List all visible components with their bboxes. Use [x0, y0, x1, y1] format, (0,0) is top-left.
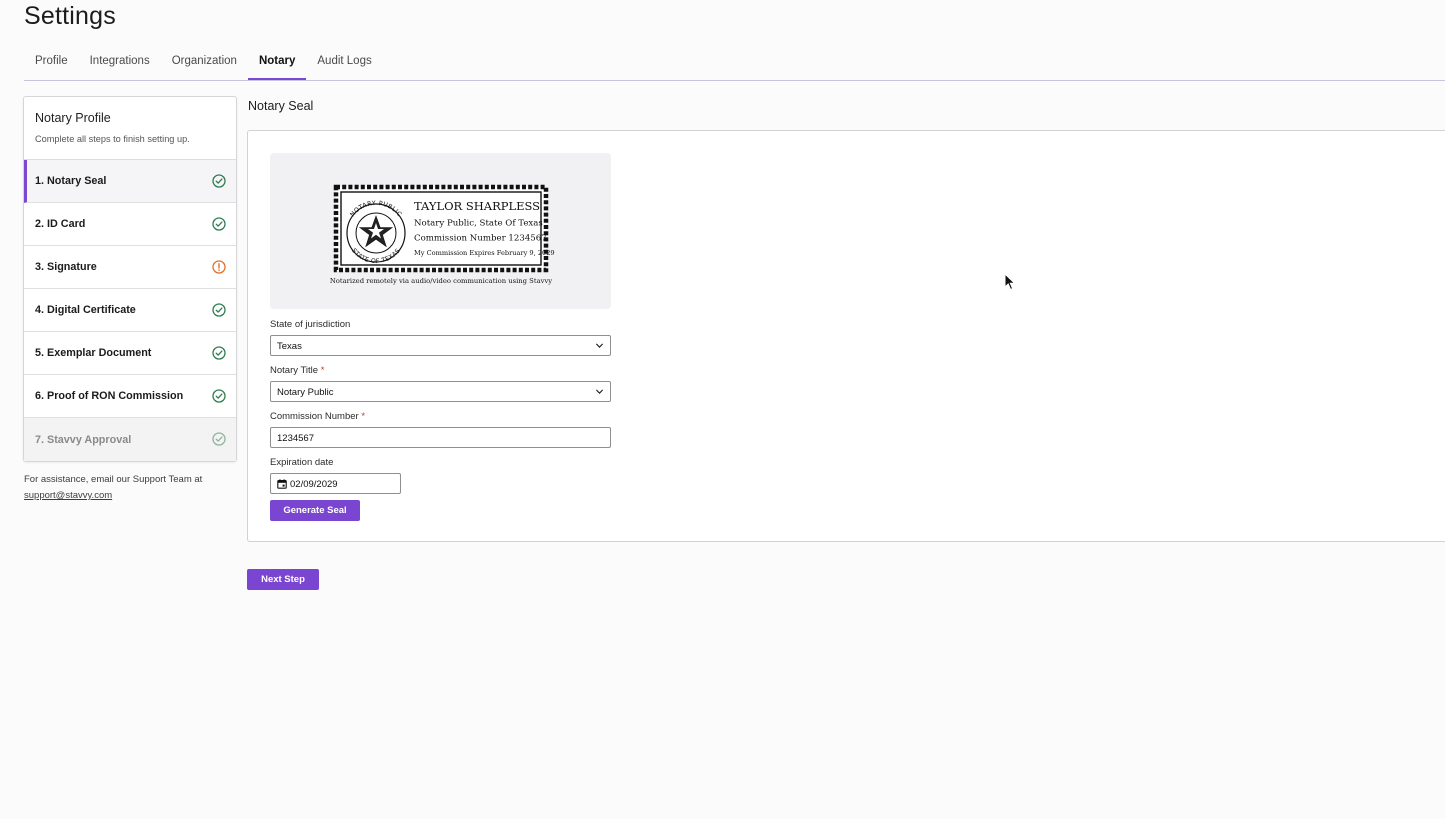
step-proof-of-ron-commission[interactable]: 6. Proof of RON Commission — [24, 375, 236, 418]
check-circle-icon — [212, 303, 226, 317]
tab-organization[interactable]: Organization — [161, 50, 248, 80]
chevron-down-icon — [595, 389, 604, 394]
check-circle-icon — [212, 174, 226, 188]
step-id-card[interactable]: 2. ID Card — [24, 203, 236, 246]
notary-seal-image: NOTARY PUBLIC STATE OF TEXAS TAYLOR SHAR… — [330, 184, 555, 285]
commission-number-label-text: Commission Number — [270, 411, 359, 422]
step-exemplar-document[interactable]: 5. Exemplar Document — [24, 332, 236, 375]
tab-profile[interactable]: Profile — [24, 50, 79, 80]
notary-seal-card: NOTARY PUBLIC STATE OF TEXAS TAYLOR SHAR… — [247, 130, 1445, 542]
notary-profile-sidebar: Notary Profile Complete all steps to fin… — [23, 96, 237, 462]
seal-name: TAYLOR SHARPLESS — [414, 199, 540, 213]
required-marker: * — [361, 411, 366, 422]
step-label: 4. Digital Certificate — [35, 304, 136, 316]
state-select[interactable]: Texas — [270, 335, 611, 356]
section-title: Notary Seal — [248, 99, 314, 113]
generate-seal-button[interactable]: Generate Seal — [270, 500, 360, 521]
assist-text: For assistance, email our Support Team a… — [24, 474, 203, 485]
step-label: 1. Notary Seal — [35, 175, 107, 187]
step-digital-certificate[interactable]: 4. Digital Certificate — [24, 289, 236, 332]
notary-title-label: Notary Title * — [270, 365, 324, 376]
alert-circle-icon — [212, 260, 226, 274]
check-circle-icon — [212, 389, 226, 403]
notary-title-select[interactable]: Notary Public — [270, 381, 611, 402]
support-assist: For assistance, email our Support Team a… — [24, 472, 202, 504]
step-signature[interactable]: 3. Signature — [24, 246, 236, 289]
state-label: State of jurisdiction — [270, 319, 351, 330]
step-label: 7. Stavvy Approval — [35, 433, 132, 446]
step-stavvy-approval: 7. Stavvy Approval — [24, 418, 236, 461]
step-label: 2. ID Card — [35, 218, 86, 230]
seal-preview: NOTARY PUBLIC STATE OF TEXAS TAYLOR SHAR… — [270, 153, 611, 309]
state-select-value: Texas — [277, 341, 302, 352]
seal-line-1: Notary Public, State Of Texas — [414, 219, 543, 229]
step-label: 3. Signature — [35, 261, 97, 273]
step-notary-seal[interactable]: 1. Notary Seal — [24, 160, 236, 203]
notary-title-select-value: Notary Public — [277, 387, 334, 398]
settings-tabs: Profile Integrations Organization Notary… — [24, 50, 1445, 81]
next-step-button[interactable]: Next Step — [247, 569, 319, 590]
seal-line-2: Commission Number 1234567 — [414, 234, 547, 244]
expiration-date-input[interactable]: 02/09/2029 — [270, 473, 401, 494]
commission-number-label: Commission Number * — [270, 411, 365, 422]
seal-caption: Notarized remotely via audio/video commu… — [330, 277, 552, 285]
settings-page: Settings Profile Integrations Organizati… — [0, 0, 1445, 819]
required-marker: * — [320, 365, 325, 376]
tab-notary[interactable]: Notary — [247, 50, 307, 80]
mouse-cursor-icon — [1004, 273, 1016, 291]
seal-line-3: My Commission Expires February 9, 2029 — [414, 249, 555, 257]
expiration-date-value: 02/09/2029 — [290, 479, 338, 490]
check-circle-icon — [212, 346, 226, 360]
commission-number-input[interactable]: 1234567 — [270, 427, 611, 448]
calendar-icon — [277, 479, 287, 489]
check-circle-icon — [212, 432, 226, 446]
chevron-down-icon — [595, 343, 604, 348]
sidebar-header: Notary Profile Complete all steps to fin… — [24, 97, 236, 160]
check-circle-icon — [212, 217, 226, 231]
tab-audit-logs[interactable]: Audit Logs — [306, 50, 382, 80]
notary-title-label-text: Notary Title — [270, 365, 319, 376]
expiration-date-label: Expiration date — [270, 457, 334, 468]
tab-integrations[interactable]: Integrations — [79, 50, 161, 80]
step-label: 5. Exemplar Document — [35, 347, 152, 359]
sidebar-subtitle: Complete all steps to finish setting up. — [35, 134, 190, 144]
step-label: 6. Proof of RON Commission — [35, 390, 184, 402]
page-title: Settings — [24, 2, 116, 30]
support-email-link[interactable]: support@stavvy.com — [24, 490, 112, 501]
sidebar-title: Notary Profile — [35, 111, 111, 125]
